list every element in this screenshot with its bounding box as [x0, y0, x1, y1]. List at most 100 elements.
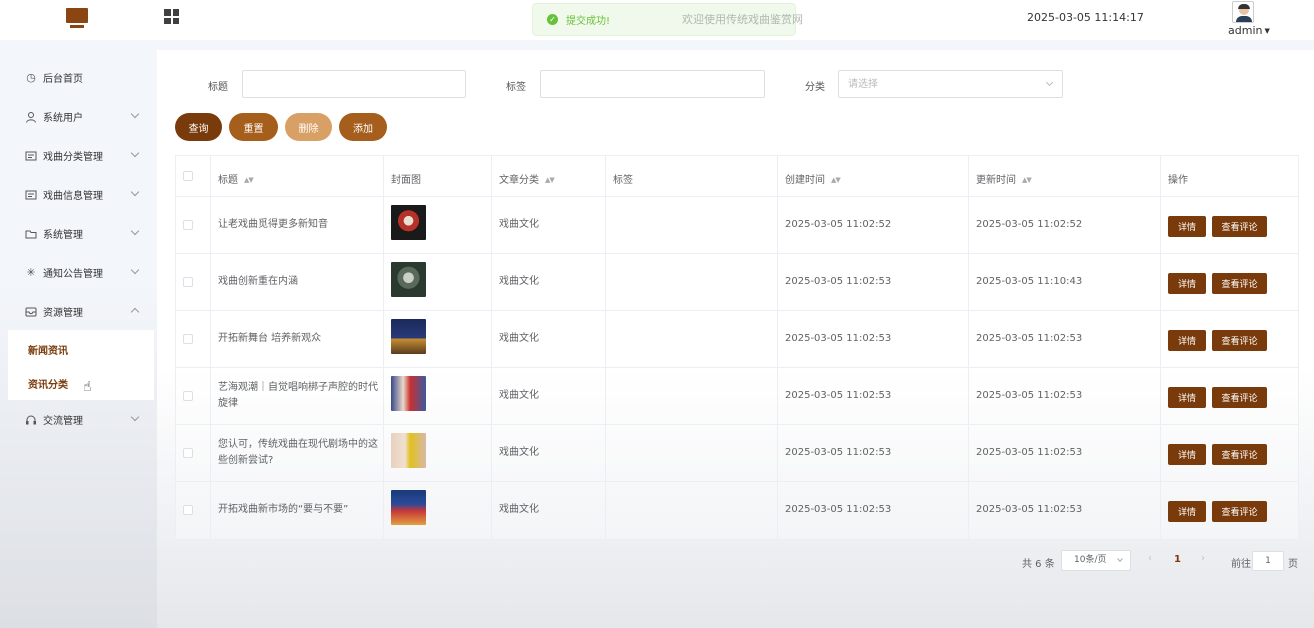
cover-image[interactable] [391, 262, 426, 297]
cover-image[interactable] [391, 205, 426, 240]
sidebar-item-opera-category[interactable]: 戏曲分类管理 [0, 136, 154, 175]
row-checkbox[interactable] [183, 448, 193, 458]
chevron-down-icon [130, 412, 140, 422]
table-header-title[interactable]: 标题 ▲▼ [218, 171, 254, 186]
menu-grid-icon[interactable] [164, 9, 179, 24]
user-icon [25, 111, 37, 123]
table-header-updated[interactable]: 更新时间 ▲▼ [976, 171, 1032, 186]
reset-button[interactable]: 重置 [229, 113, 278, 141]
chevron-up-icon [130, 307, 140, 317]
row-title: 您认可，传统戏曲在现代剧场中的这些创新尝试? [218, 439, 378, 466]
pagination-total: 共 6 条 [1022, 559, 1055, 570]
sort-icon: ▲▼ [244, 176, 254, 184]
view-comments-button[interactable]: 查看评论 [1212, 387, 1267, 408]
sidebar-item-label: 资源管理 [43, 308, 83, 319]
row-created: 2025-03-05 11:02:53 [785, 447, 892, 458]
cover-image[interactable] [391, 376, 426, 411]
welcome-text: 欢迎使用传统戏曲鉴赏网 [682, 13, 803, 26]
chevron-down-icon [1117, 556, 1123, 562]
prev-page-icon[interactable]: ‹ [1148, 553, 1152, 564]
sidebar-item-notice-management[interactable]: ✳ 通知公告管理 [0, 253, 154, 292]
delete-button[interactable]: 删除 [285, 113, 332, 141]
title-input[interactable] [242, 70, 466, 98]
next-page-icon[interactable]: › [1201, 553, 1205, 564]
sort-icon: ▲▼ [1022, 176, 1032, 184]
toast-message: 提交成功! [566, 16, 611, 27]
news-table: 标题 ▲▼ 封面图 文章分类 ▲▼ 标签 创建时间 ▲▼ 更新时间 ▲▼ 操作 让老戏曲… [175, 155, 1299, 540]
query-button[interactable]: 查询 [175, 113, 222, 141]
sidebar-item-dashboard[interactable]: ◷ 后台首页 [0, 58, 154, 97]
sidebar-item-label: 戏曲信息管理 [43, 191, 103, 202]
row-category: 戏曲文化 [499, 333, 539, 344]
table-header-tags: 标签 [613, 175, 633, 186]
add-button[interactable]: 添加 [339, 113, 387, 141]
view-comments-button[interactable]: 查看评论 [1212, 501, 1267, 522]
page-size-select[interactable]: 10条/页 [1061, 550, 1131, 571]
user-menu[interactable]: admin ▼ [1228, 24, 1270, 37]
cover-image[interactable] [391, 433, 426, 468]
goto-page-input[interactable] [1252, 551, 1284, 571]
sidebar-subitem-news-category[interactable]: 资讯分类 [28, 376, 68, 391]
sidebar-item-system-management[interactable]: 系统管理 [0, 214, 154, 253]
detail-button[interactable]: 详情 [1168, 216, 1206, 237]
check-circle-icon: ✓ [547, 14, 558, 25]
row-created: 2025-03-05 11:02:53 [785, 333, 892, 344]
clock-icon: ◷ [26, 70, 36, 84]
row-checkbox[interactable] [183, 334, 193, 344]
loading-icon: ✳ [26, 265, 36, 279]
page-size-value: 10条/页 [1074, 555, 1107, 565]
row-category: 戏曲文化 [499, 390, 539, 401]
view-comments-button[interactable]: 查看评论 [1212, 216, 1267, 237]
sort-icon: ▲▼ [545, 176, 555, 184]
monitor-logo-icon[interactable] [66, 8, 88, 30]
view-comments-button[interactable]: 查看评论 [1212, 330, 1267, 351]
view-comments-button[interactable]: 查看评论 [1212, 273, 1267, 294]
sidebar-item-opera-info[interactable]: 戏曲信息管理 [0, 175, 154, 214]
row-checkbox[interactable] [183, 505, 193, 515]
category-select[interactable] [838, 70, 1063, 98]
row-checkbox[interactable] [183, 220, 193, 230]
row-title: 让老戏曲觅得更多新知音 [218, 219, 328, 230]
row-category: 戏曲文化 [499, 276, 539, 287]
sidebar-item-label: 系统用户 [43, 113, 83, 124]
row-created: 2025-03-05 11:02:53 [785, 276, 892, 287]
goto-label: 前往 [1231, 559, 1251, 570]
row-checkbox[interactable] [183, 277, 193, 287]
cover-image[interactable] [391, 490, 426, 525]
select-all-checkbox[interactable] [183, 171, 193, 181]
sidebar-item-label: 后台首页 [43, 74, 83, 85]
sidebar-item-resource-management[interactable]: 资源管理 [0, 292, 154, 331]
detail-button[interactable]: 详情 [1168, 330, 1206, 351]
table-header-created[interactable]: 创建时间 ▲▼ [785, 171, 841, 186]
sidebar-item-system-users[interactable]: 系统用户 [0, 97, 154, 136]
cover-image[interactable] [391, 319, 426, 354]
row-updated: 2025-03-05 11:02:53 [976, 390, 1083, 401]
view-comments-button[interactable]: 查看评论 [1212, 444, 1267, 465]
sidebar-subitem-news[interactable]: 新闻资讯 [28, 342, 68, 357]
folder-icon [25, 228, 37, 240]
detail-button[interactable]: 详情 [1168, 273, 1206, 294]
detail-button[interactable]: 详情 [1168, 444, 1206, 465]
row-title: 开拓新舞台 培养新观众 [218, 333, 322, 344]
title-label: 标题 [208, 82, 228, 93]
headset-icon [25, 414, 37, 426]
chevron-down-icon [130, 226, 140, 236]
detail-button[interactable]: 详情 [1168, 387, 1206, 408]
avatar[interactable] [1232, 1, 1254, 23]
tag-input[interactable] [540, 70, 765, 98]
row-checkbox[interactable] [183, 391, 193, 401]
page-suffix: 页 [1288, 559, 1298, 570]
sidebar-item-communication[interactable]: 交流管理 [0, 400, 154, 439]
table-header-category[interactable]: 文章分类 ▲▼ [499, 171, 555, 186]
username: admin [1228, 24, 1263, 37]
document-icon [25, 150, 37, 162]
row-created: 2025-03-05 11:02:53 [785, 504, 892, 515]
page-number-current[interactable]: 1 [1174, 554, 1181, 565]
row-title: 戏曲创新重在内涵 [218, 276, 298, 287]
sidebar-item-label: 系统管理 [43, 230, 83, 241]
detail-button[interactable]: 详情 [1168, 501, 1206, 522]
sort-icon: ▲▼ [831, 176, 841, 184]
sidebar-item-label: 交流管理 [43, 416, 83, 427]
chevron-down-icon [130, 265, 140, 275]
category-label: 分类 [805, 82, 825, 93]
